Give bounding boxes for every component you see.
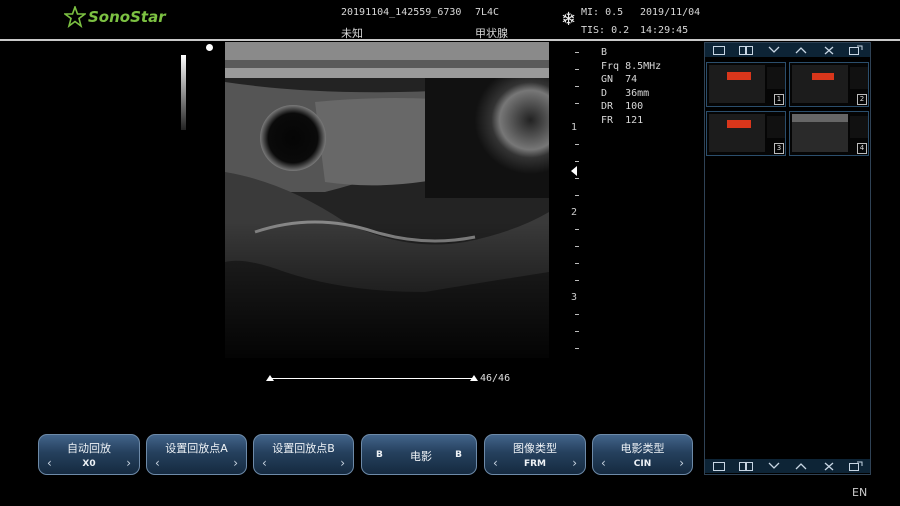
thumbnail-1[interactable]: 1 bbox=[706, 62, 786, 107]
language-indicator[interactable]: EN bbox=[852, 486, 867, 499]
brand-name: SonoStar bbox=[88, 8, 166, 26]
chevron-left-icon[interactable]: ‹ bbox=[47, 457, 52, 469]
chevron-right-icon[interactable]: › bbox=[679, 457, 684, 469]
thumbnail-2[interactable]: 2 bbox=[789, 62, 869, 107]
sonostar-logo: SonoStar bbox=[64, 6, 166, 28]
single-layout-icon[interactable] bbox=[708, 44, 730, 56]
study-id: 20191104_142559_6730 bbox=[341, 7, 462, 18]
orientation-marker bbox=[206, 44, 213, 51]
chevron-up-icon[interactable] bbox=[790, 460, 812, 472]
chevron-right-icon[interactable]: › bbox=[233, 457, 238, 469]
top-bar: SonoStar 20191104_142559_6730 7L4C 未知 甲状… bbox=[0, 0, 900, 40]
cine-type-button[interactable]: 电影类型 CIN ‹ › bbox=[592, 434, 693, 475]
close-icon[interactable] bbox=[818, 44, 840, 56]
param-gain: GN 74 bbox=[601, 74, 638, 85]
depth-scale: 1 2 3 bbox=[570, 42, 600, 358]
cine-label: 电影 bbox=[410, 450, 432, 463]
cine-slider-start-handle[interactable] bbox=[266, 375, 274, 381]
param-frame-rate: FR 121 bbox=[601, 114, 644, 126]
param-depth: D 36mm bbox=[601, 87, 650, 99]
export-icon[interactable] bbox=[845, 460, 867, 472]
freeze-icon: ❄ bbox=[561, 9, 577, 30]
chevron-right-icon[interactable]: › bbox=[340, 457, 345, 469]
dual-layout-icon[interactable] bbox=[735, 460, 757, 472]
ultrasound-scan-graphic bbox=[225, 42, 549, 358]
chevron-down-icon[interactable] bbox=[763, 44, 785, 56]
image-type-button[interactable]: 图像类型 FRM ‹ › bbox=[484, 434, 586, 475]
thumbnail-4[interactable]: 4 bbox=[789, 111, 869, 156]
depth-label-1: 1 bbox=[571, 122, 578, 133]
time: 14:29:45 bbox=[640, 25, 689, 36]
probe-name: 7L4C bbox=[475, 7, 500, 18]
ultrasound-image[interactable] bbox=[225, 42, 549, 358]
panel-toolbar-bottom bbox=[705, 459, 870, 473]
param-frequency: Frq 8.5MHz bbox=[601, 60, 662, 72]
auto-playback-button[interactable]: 自动回放 X0 ‹ › bbox=[38, 434, 140, 475]
chevron-right-icon[interactable]: › bbox=[126, 457, 131, 469]
cine-control-button[interactable]: B B 电影 bbox=[361, 434, 477, 475]
cine-slider-end-handle[interactable] bbox=[470, 375, 478, 381]
date: 2019/11/04 bbox=[640, 7, 701, 18]
grayscale-bar bbox=[181, 55, 186, 130]
panel-toolbar-top bbox=[705, 43, 870, 57]
cine-slider-track[interactable] bbox=[270, 378, 475, 379]
close-icon[interactable] bbox=[818, 460, 840, 472]
thumbnail-3[interactable]: 3 bbox=[706, 111, 786, 156]
cine-frame-counter: 46/46 bbox=[480, 373, 511, 384]
mi-value: MI: 0.5 bbox=[581, 7, 624, 18]
star-logo-icon bbox=[64, 6, 86, 28]
depth-label-2: 2 bbox=[571, 207, 578, 218]
param-dynamic-range: DR 100 bbox=[601, 101, 644, 112]
focus-marker[interactable] bbox=[571, 166, 577, 176]
set-playback-point-b-button[interactable]: 设置回放点B ‹ › bbox=[253, 434, 354, 475]
cine-right-label: B bbox=[455, 450, 462, 460]
export-icon[interactable] bbox=[845, 44, 867, 56]
cine-left-label: B bbox=[376, 450, 383, 460]
chevron-up-icon[interactable] bbox=[790, 44, 812, 56]
imaging-parameters: B Frq 8.5MHz GN 74 D 36mm DR 100 FR 121 bbox=[601, 46, 661, 127]
depth-label-3: 3 bbox=[571, 292, 578, 303]
dual-layout-icon[interactable] bbox=[735, 44, 757, 56]
chevron-down-icon[interactable] bbox=[763, 460, 785, 472]
tis-value: TIS: 0.2 bbox=[581, 25, 630, 36]
chevron-left-icon[interactable]: ‹ bbox=[155, 457, 160, 469]
param-mode: B bbox=[601, 47, 608, 58]
chevron-right-icon[interactable]: › bbox=[572, 457, 577, 469]
chevron-left-icon[interactable]: ‹ bbox=[493, 457, 498, 469]
single-layout-icon[interactable] bbox=[708, 460, 730, 472]
chevron-left-icon[interactable]: ‹ bbox=[262, 457, 267, 469]
set-playback-point-a-button[interactable]: 设置回放点A ‹ › bbox=[146, 434, 247, 475]
header-divider bbox=[0, 39, 900, 41]
chevron-left-icon[interactable]: ‹ bbox=[601, 457, 606, 469]
